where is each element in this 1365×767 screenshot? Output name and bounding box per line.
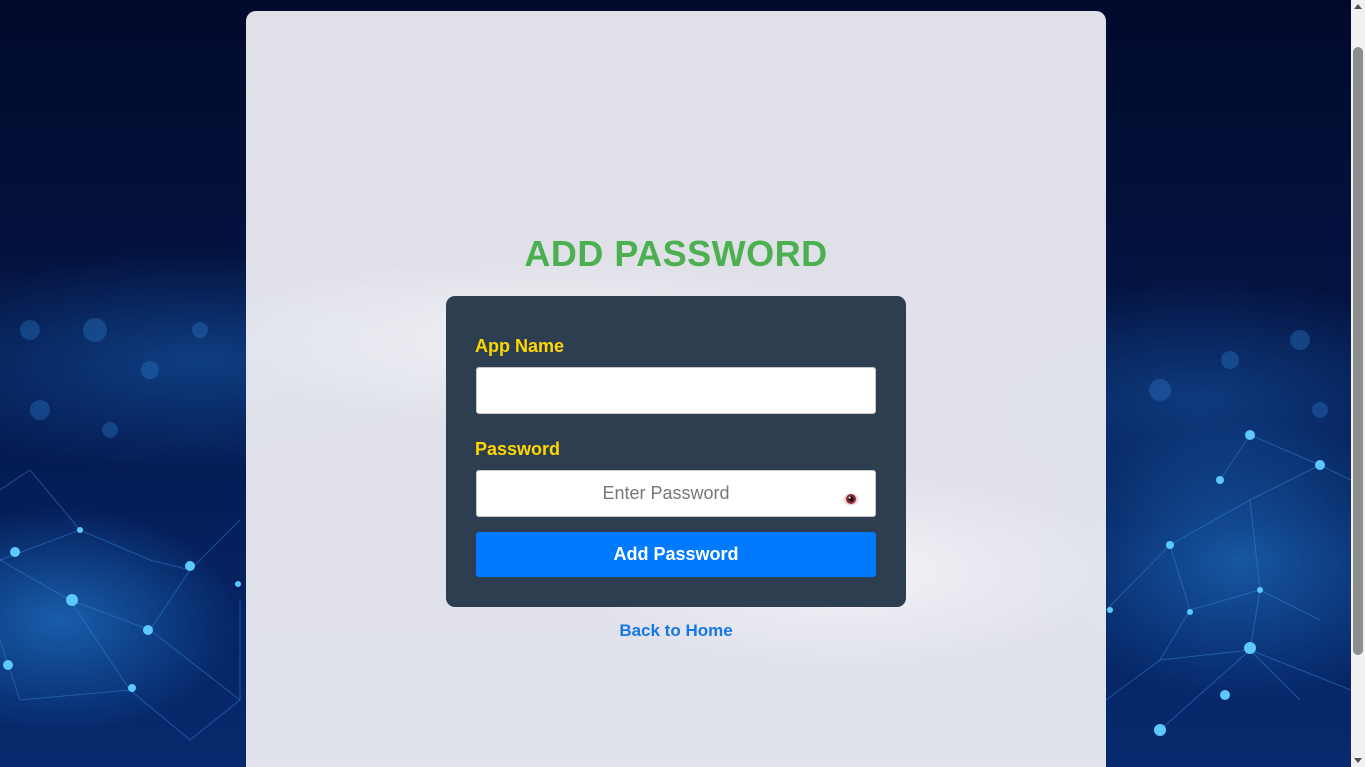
back-to-home-link[interactable]: Back to Home [246,621,1106,641]
vertical-scrollbar[interactable] [1351,0,1365,767]
password-label: Password [475,439,561,459]
scroll-up-arrow-icon[interactable] [1354,4,1362,9]
main-panel: ADD PASSWORD App Name Password Add Passw… [246,11,1106,767]
add-password-form: App Name Password Add Password [446,296,906,607]
scroll-thumb[interactable] [1353,47,1363,655]
password-input[interactable] [476,470,876,517]
scroll-down-arrow-icon[interactable] [1354,758,1362,763]
page-title: ADD PASSWORD [524,233,828,274]
eye-icon[interactable] [843,491,859,507]
app-name-label: App Name [475,336,565,356]
add-password-button[interactable]: Add Password [476,532,876,577]
app-name-input[interactable] [476,367,876,414]
